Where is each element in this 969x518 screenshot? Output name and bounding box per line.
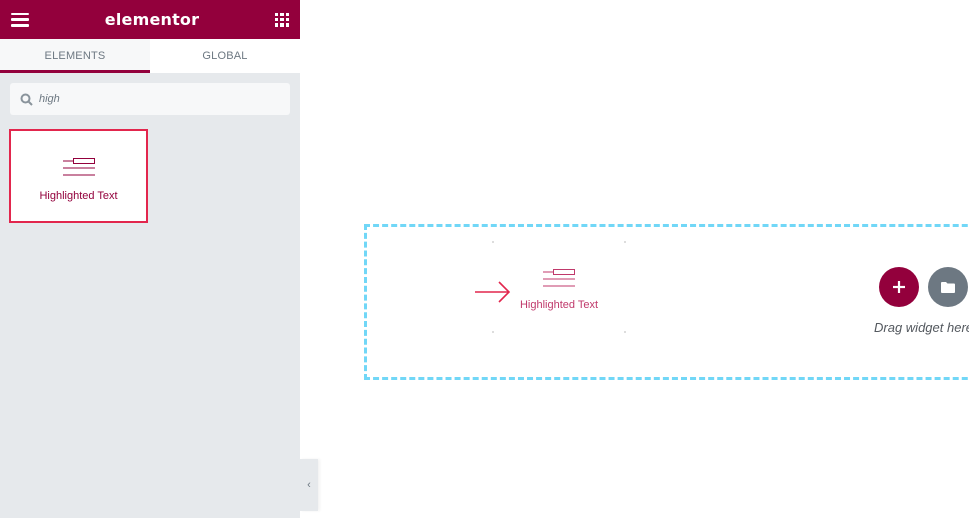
menu-icon[interactable] [11, 12, 29, 27]
tab-elements[interactable]: ELEMENTS [0, 39, 150, 73]
folder-icon [941, 281, 955, 293]
plus-icon [893, 281, 905, 293]
corner-mark [492, 331, 494, 333]
elementor-logo: elementor [104, 10, 200, 29]
dragging-widget-preview: Highlighted Text [492, 241, 626, 333]
widgets-grid-icon[interactable] [275, 12, 289, 27]
widget-label: Highlighted Text [39, 190, 118, 202]
search-box [10, 83, 290, 115]
widget-highlighted-text[interactable]: Highlighted Text [9, 129, 148, 223]
collapse-panel-button[interactable]: ‹ [300, 459, 318, 511]
drop-hint-text: Drag widget here [874, 320, 969, 335]
highlighted-text-icon [543, 269, 575, 287]
corner-mark [492, 241, 494, 243]
corner-mark [624, 331, 626, 333]
tab-global[interactable]: GLOBAL [150, 39, 300, 73]
panel-header: elementor [0, 0, 300, 39]
add-template-button[interactable] [928, 267, 968, 307]
panel-tabs: ELEMENTS GLOBAL [0, 39, 300, 73]
search-icon [20, 93, 33, 106]
search-input[interactable] [39, 93, 279, 105]
section-drop-zone[interactable] [364, 224, 969, 380]
add-section-button[interactable] [879, 267, 919, 307]
highlighted-text-icon [62, 158, 95, 176]
dragging-widget-label: Highlighted Text [519, 299, 599, 311]
corner-mark [624, 241, 626, 243]
editor-panel: elementor ELEMENTS GLOBAL Highlighted Te… [0, 0, 300, 518]
chevron-left-icon: ‹ [307, 479, 311, 491]
